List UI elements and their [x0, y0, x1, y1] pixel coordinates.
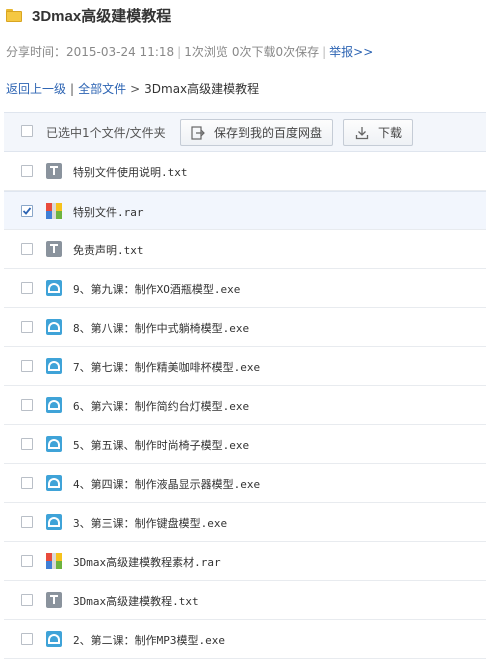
file-row[interactable]: 5、第五课、制作时尚椅子模型.exe: [4, 425, 486, 464]
download-button-label: 下载: [378, 126, 403, 140]
file-name[interactable]: 8、第八课：制作中式躺椅模型.exe: [73, 320, 249, 336]
file-row[interactable]: 3Dmax高级建模教程素材.rar: [4, 542, 486, 581]
file-checkbox[interactable]: [21, 477, 33, 489]
file-row[interactable]: 4、第四课：制作液晶显示器模型.exe: [4, 464, 486, 503]
file-name[interactable]: 免责声明.txt: [73, 242, 144, 258]
checkmark-icon: [22, 207, 32, 215]
txt-file-icon: [46, 241, 62, 257]
report-link[interactable]: 举报>>: [329, 43, 373, 60]
breadcrumb-separator: >: [130, 81, 141, 96]
file-checkbox[interactable]: [21, 243, 33, 255]
breadcrumb: 返回上一级 | 全部文件 > 3Dmax高级建模教程: [6, 80, 260, 97]
file-checkbox[interactable]: [21, 360, 33, 372]
save-to-pan-button[interactable]: 保存到我的百度网盘: [180, 119, 333, 146]
page-header: 3Dmax高级建模教程: [6, 5, 171, 25]
exe-file-icon: [46, 514, 62, 530]
file-row[interactable]: 2、第二课：制作MP3模型.exe: [4, 620, 486, 659]
exe-file-icon: [46, 475, 62, 491]
file-name[interactable]: 7、第七课：制作精美咖啡杯模型.exe: [73, 359, 260, 375]
share-meta: 分享时间：2015-03-24 11:18 | 1次浏览 0次下载 0次保存 |…: [6, 43, 374, 60]
rar-file-icon: [46, 203, 62, 219]
file-checkbox[interactable]: [21, 594, 33, 606]
save-count: 0次保存: [275, 45, 320, 59]
file-name[interactable]: 特别文件使用说明.txt: [73, 164, 188, 180]
txt-file-icon: [46, 592, 62, 608]
file-checkbox[interactable]: [21, 438, 33, 450]
file-row[interactable]: 3、第三课：制作键盘模型.exe: [4, 503, 486, 542]
file-checkbox[interactable]: [21, 205, 33, 217]
exe-file-icon: [46, 631, 62, 647]
file-checkbox[interactable]: [21, 633, 33, 645]
file-name[interactable]: 6、第六课：制作简约台灯模型.exe: [73, 398, 249, 414]
select-all-checkbox[interactable]: [21, 125, 33, 137]
file-name[interactable]: 4、第四课：制作液晶显示器模型.exe: [73, 476, 260, 492]
download-count: 0次下载: [231, 45, 276, 59]
rar-file-icon: [46, 553, 62, 569]
file-name[interactable]: 3Dmax高级建模教程素材.rar: [73, 554, 221, 570]
exe-file-icon: [46, 436, 62, 452]
breadcrumb-current: 3Dmax高级建模教程: [144, 82, 260, 96]
folder-icon: [6, 8, 22, 22]
file-row[interactable]: 3Dmax高级建模教程.txt: [4, 581, 486, 620]
selection-status: 已选中1个文件/文件夹: [46, 126, 166, 140]
all-files-link[interactable]: 全部文件: [78, 80, 126, 97]
file-row[interactable]: 免责声明.txt: [4, 230, 486, 269]
file-row[interactable]: 特别文件使用说明.txt: [4, 152, 486, 191]
exe-file-icon: [46, 280, 62, 296]
file-checkbox[interactable]: [21, 399, 33, 411]
exe-file-icon: [46, 397, 62, 413]
file-checkbox[interactable]: [21, 282, 33, 294]
txt-file-icon: [46, 163, 62, 179]
file-checkbox[interactable]: [21, 165, 33, 177]
exe-file-icon: [46, 358, 62, 374]
file-row[interactable]: 特别文件.rar: [4, 191, 486, 230]
file-name[interactable]: 特别文件.rar: [73, 204, 144, 220]
file-row[interactable]: 8、第八课：制作中式躺椅模型.exe: [4, 308, 486, 347]
file-checkbox[interactable]: [21, 516, 33, 528]
page-title: 3Dmax高级建模教程: [32, 7, 172, 25]
file-checkbox[interactable]: [21, 321, 33, 333]
file-name[interactable]: 2、第二课：制作MP3模型.exe: [73, 632, 225, 648]
file-list: 特别文件使用说明.txt 特别文件.rar 免责声明.txt 9、第九课：制作XO酒瓶…: [4, 152, 486, 659]
file-name[interactable]: 5、第五课、制作时尚椅子模型.exe: [73, 437, 249, 453]
download-icon: [355, 126, 369, 140]
save-icon: [191, 125, 205, 140]
file-checkbox[interactable]: [21, 555, 33, 567]
exe-file-icon: [46, 319, 62, 335]
file-row[interactable]: 6、第六课：制作简约台灯模型.exe: [4, 386, 486, 425]
file-row[interactable]: 7、第七课：制作精美咖啡杯模型.exe: [4, 347, 486, 386]
share-time: 分享时间：2015-03-24 11:18: [6, 45, 175, 59]
view-count: 1次浏览: [184, 45, 228, 59]
file-name[interactable]: 9、第九课：制作XO酒瓶模型.exe: [73, 281, 240, 297]
file-row[interactable]: 9、第九课：制作XO酒瓶模型.exe: [4, 269, 486, 308]
file-name[interactable]: 3Dmax高级建模教程.txt: [73, 593, 199, 609]
back-link[interactable]: 返回上一级: [6, 80, 66, 97]
action-toolbar: 已选中1个文件/文件夹 保存到我的百度网盘 下载: [4, 112, 486, 152]
file-name[interactable]: 3、第三课：制作键盘模型.exe: [73, 515, 227, 531]
download-button[interactable]: 下载: [343, 119, 413, 146]
save-button-label: 保存到我的百度网盘: [214, 126, 323, 140]
